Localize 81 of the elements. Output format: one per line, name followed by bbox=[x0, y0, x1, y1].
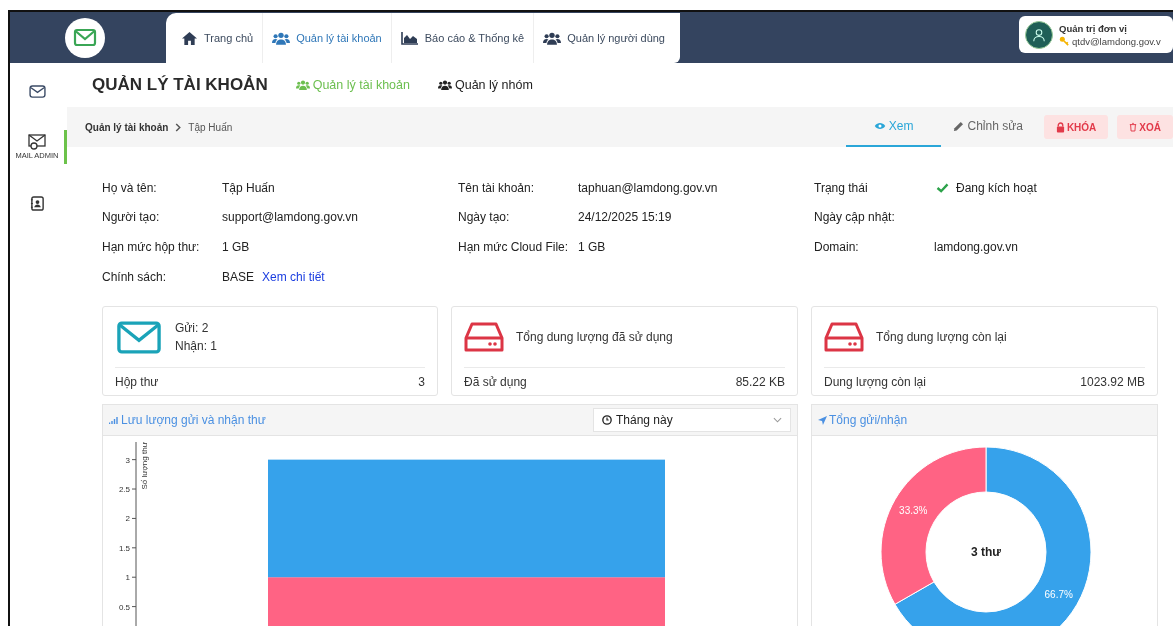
hard-drive-icon bbox=[464, 321, 504, 354]
mail-settings-icon bbox=[28, 134, 46, 150]
y-tick-label: 1.5 bbox=[118, 544, 130, 554]
danger-button[interactable]: XOÁ bbox=[1117, 115, 1173, 139]
y-axis-title: Số lượng thư bbox=[140, 442, 149, 490]
field-value: taphuan@lamdong.gov.vn bbox=[578, 180, 718, 195]
y-tick-label: 2.5 bbox=[118, 485, 130, 495]
nav-tab[interactable]: Trang chủ bbox=[172, 13, 264, 63]
danger-button[interactable]: KHÓA bbox=[1043, 115, 1109, 139]
field-value: Đang kích hoạt bbox=[956, 180, 1037, 195]
chevron-down-icon bbox=[773, 417, 782, 424]
card-value: 85.22 KB bbox=[735, 374, 785, 389]
panel-title: Tổng gửi/nhận bbox=[818, 413, 1151, 428]
field-value: 1 GB bbox=[578, 240, 606, 254]
chevron-right-icon bbox=[175, 122, 182, 132]
nav-tab[interactable]: Quản lý người dùng bbox=[534, 13, 674, 63]
y-tick-label: 0.5 bbox=[118, 603, 130, 612]
users-icon bbox=[272, 31, 291, 45]
mail-count: Nhận: 1 bbox=[175, 339, 218, 354]
card-title: Tổng dung lượng còn lại bbox=[876, 330, 1007, 345]
home-icon bbox=[181, 30, 198, 46]
users-icon bbox=[543, 31, 562, 45]
field-value: support@lamdong.gov.vn bbox=[222, 210, 359, 225]
subnav-link[interactable]: Quản lý nhóm bbox=[437, 78, 533, 92]
envelope-logo-icon[interactable] bbox=[65, 17, 105, 58]
users-icon bbox=[295, 80, 310, 90]
nav-tab[interactable]: Quản lý tài khoản bbox=[263, 13, 392, 63]
y-tick-label: 3 bbox=[125, 456, 130, 465]
percent-label: 66.7% bbox=[1044, 589, 1073, 601]
contacts-icon bbox=[29, 196, 45, 211]
field-value: lamdong.gov.vn bbox=[934, 240, 1018, 254]
user-card[interactable]: Quản trị đơn vị qtdv@lamdong.gov.v bbox=[1019, 16, 1173, 53]
field-label: Chính sách: bbox=[102, 269, 168, 284]
field-label: Ngày tạo: bbox=[458, 210, 511, 225]
field-label: Họ và tên: bbox=[102, 180, 158, 195]
period-select[interactable]: Tháng này bbox=[593, 408, 791, 433]
pencil-icon bbox=[953, 120, 965, 132]
card-label: Đã sử dụng bbox=[464, 374, 527, 389]
card-value: 3 bbox=[418, 374, 425, 389]
breadcrumb-link[interactable]: Quản lý tài khoản bbox=[85, 121, 169, 133]
trash-icon bbox=[1129, 122, 1138, 132]
mail-count: Gửi: 2 bbox=[175, 321, 210, 336]
field-label: Hạn mức hộp thư: bbox=[102, 240, 201, 254]
field-value: Tập Huấn bbox=[222, 180, 275, 195]
field-label: Người tạo: bbox=[102, 210, 161, 225]
field-value: BASE bbox=[222, 269, 254, 284]
area-chart-icon bbox=[400, 31, 419, 45]
field-value: 1 GB bbox=[222, 240, 250, 254]
hard-drive-icon bbox=[824, 321, 864, 354]
donut-center-label: 3 thư bbox=[971, 545, 1001, 560]
field-label: Tên tài khoản: bbox=[458, 180, 536, 195]
user-email: qtdv@lamdong.gov.v bbox=[1072, 35, 1161, 47]
key-icon bbox=[1059, 36, 1069, 46]
send-arrow-icon bbox=[818, 415, 827, 425]
page-title: QUẢN LÝ TÀI KHOẢN bbox=[92, 75, 268, 95]
field-label: Domain: bbox=[814, 240, 860, 254]
card-title: Tổng dung lượng đã sử dụng bbox=[516, 330, 673, 345]
view-tab[interactable]: Chỉnh sửa bbox=[941, 107, 1035, 147]
field-value: 24/12/2025 15:19 bbox=[578, 210, 672, 225]
user-role: Quản trị đơn vị bbox=[1059, 22, 1128, 34]
card-label: Dung lượng còn lại bbox=[824, 374, 926, 389]
field-label: Trạng thái bbox=[814, 180, 869, 195]
field-label: Ngày cập nhật: bbox=[814, 210, 896, 225]
detail-link[interactable]: Xem chi tiết bbox=[262, 269, 325, 284]
nav-tab[interactable]: Báo cáo & Thống kê bbox=[391, 13, 535, 63]
card-value: 1023.92 MB bbox=[1080, 374, 1145, 389]
mail-icon bbox=[28, 85, 46, 98]
y-tick-label: 1 bbox=[125, 573, 130, 583]
eye-icon bbox=[873, 122, 886, 130]
clock-icon bbox=[602, 415, 612, 426]
avatar-icon bbox=[1025, 20, 1053, 49]
field-label: Hạn mức Cloud File: bbox=[458, 240, 570, 254]
breadcrumb-link[interactable]: Tập Huấn bbox=[188, 121, 233, 133]
envelope-icon bbox=[117, 320, 161, 354]
signal-bars-icon bbox=[109, 416, 119, 425]
lock-icon bbox=[1055, 121, 1065, 133]
users-icon bbox=[437, 80, 452, 90]
card-label: Hộp thư bbox=[115, 374, 159, 389]
percent-label: 33.3% bbox=[899, 505, 928, 517]
y-tick-label: 2 bbox=[125, 514, 130, 524]
panel-title: Lưu lượng gửi và nhận thư bbox=[109, 413, 587, 428]
